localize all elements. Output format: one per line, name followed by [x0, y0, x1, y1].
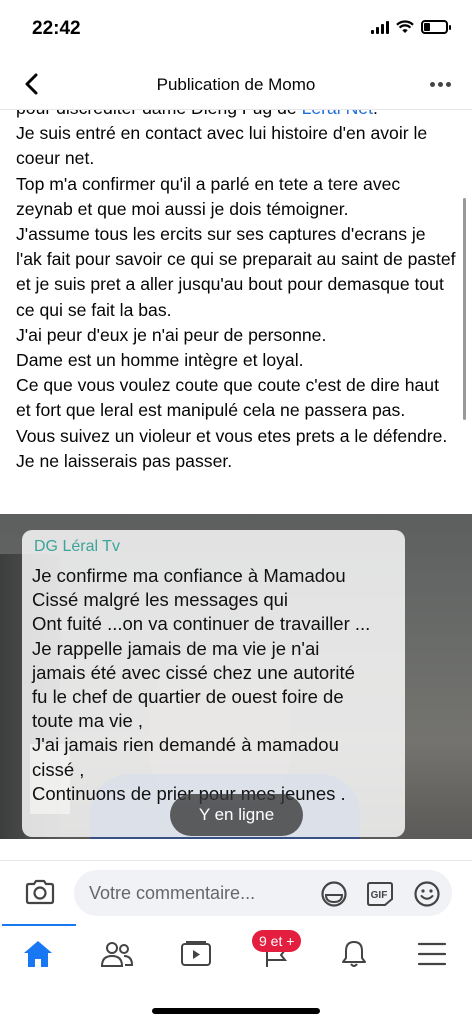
menu-icon: [417, 942, 447, 966]
more-dot-icon: [429, 81, 435, 87]
more-dot-icon: [445, 81, 451, 87]
tab-menu[interactable]: [412, 936, 452, 972]
home-indicator: [152, 1008, 320, 1014]
more-dot-icon: [437, 81, 443, 87]
sticker-icon[interactable]: [320, 880, 348, 908]
message-line: jamais été avec cissé chez une autorité: [32, 661, 355, 683]
more-options-button[interactable]: [426, 70, 454, 98]
post-line: J'ai peur d'eux je n'ai peur de personne…: [16, 324, 327, 345]
message-line: cissé ,: [32, 758, 85, 780]
message-line: J'ai jamais rien demandé à mamadou: [32, 734, 339, 756]
emoji-icon[interactable]: [413, 880, 441, 908]
bell-icon: [342, 941, 366, 967]
home-icon: [24, 941, 52, 967]
post-line: J'assume tous les ercits sur ses capture…: [16, 224, 456, 320]
bottom-tab-bar: [0, 926, 472, 984]
wifi-icon: [396, 20, 414, 33]
scroll-indicator[interactable]: [463, 198, 466, 420]
message-line: Ont fuité ...on va continuer de travaill…: [32, 613, 371, 635]
post-image[interactable]: DG Léral Tv Je confirme ma confiance à M…: [0, 514, 472, 839]
post-line: Ce que vous voulez coute que coute c'est…: [16, 375, 439, 421]
notification-badge: 9 et +: [252, 930, 302, 952]
post-line: Je suis entré en contact avec lui histoi…: [16, 123, 428, 169]
message-sender: DG Léral Tv: [34, 538, 120, 555]
message-line: fu le chef de quartier de ouest foire de: [32, 686, 344, 708]
friends-icon: [100, 942, 134, 967]
status-time: 22:42: [32, 18, 81, 39]
status-icons: [371, 20, 451, 34]
tab-home[interactable]: [18, 936, 58, 972]
tab-watch[interactable]: [176, 936, 216, 972]
battery-icon: [421, 20, 451, 34]
gif-icon[interactable]: GIF: [366, 880, 394, 908]
message-line: Je confirme ma confiance à Mamadou: [32, 565, 346, 586]
message-line: toute ma vie ,: [32, 710, 144, 732]
message-line: Cissé malgré les messages qui: [32, 589, 289, 611]
post-line: Vous suivez un violeur et vous etes pret…: [16, 425, 448, 471]
camera-icon[interactable]: [24, 878, 56, 906]
post-line: Dame est un homme intègre et loyal.: [16, 350, 304, 371]
post-line: Top m'a confirmer qu'il a parlé en tete …: [16, 173, 401, 219]
page-title: Publication de Momo: [156, 75, 316, 94]
divider: [0, 860, 472, 861]
message-body: Je confirme ma confiance à Mamadou Cissé…: [32, 564, 402, 806]
svg-text:GIF: GIF: [371, 890, 388, 901]
comment-bar: GIF: [0, 866, 472, 922]
cellular-signal-icon: [371, 20, 389, 34]
message-line: Je rappelle jamais de ma vie je n'ai: [32, 637, 320, 659]
battery-level: [424, 23, 431, 31]
post-header: Publication de Momo: [0, 58, 472, 110]
status-bar: 22:42: [0, 0, 472, 56]
comment-input[interactable]: [74, 870, 452, 916]
watch-icon: [181, 941, 211, 966]
tab-notifications[interactable]: [334, 936, 374, 972]
post-text: pour discréditer dame Dieng Fug de Leral…: [16, 96, 456, 474]
online-status-pill: Y en ligne: [170, 794, 303, 836]
tab-friends[interactable]: [97, 936, 137, 972]
